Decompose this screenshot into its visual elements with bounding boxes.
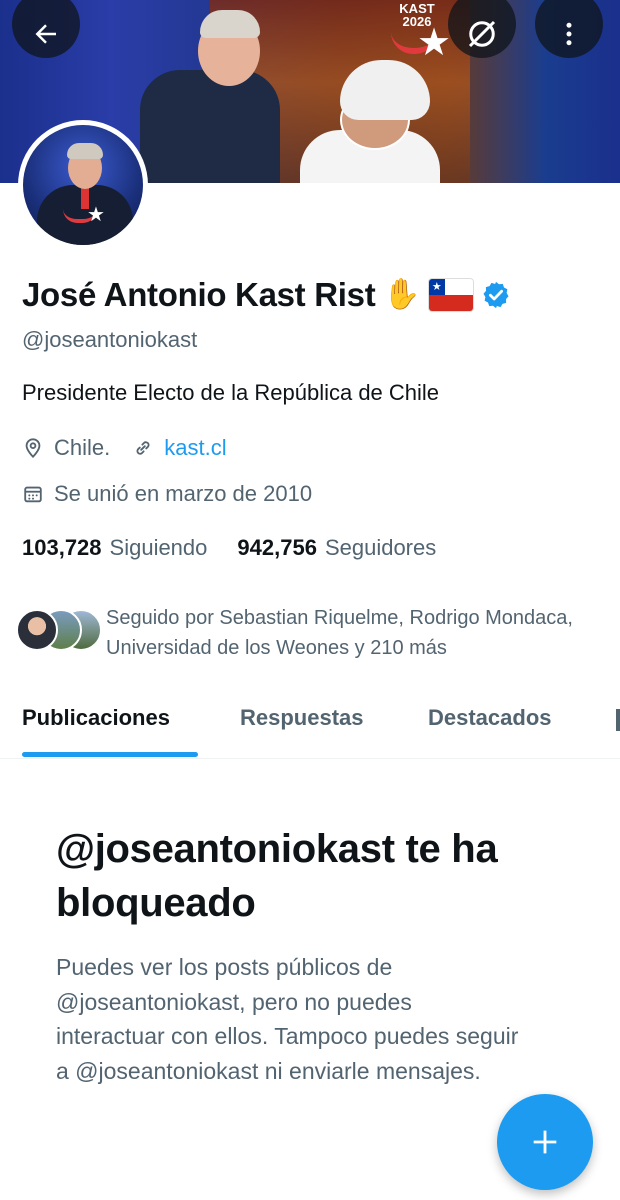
compose-button[interactable] [497,1094,593,1190]
profile-stats: 103,728 Siguiendo 942,756 Seguidores [22,535,436,561]
arrow-left-icon [35,24,56,44]
link-icon [136,441,150,455]
profile-website-link[interactable]: kast.cl [164,435,226,461]
followers-label: Seguidores [324,535,437,560]
profile-tabs: Publicaciones Respuestas Destacados [0,695,620,759]
followed-by-text: Seguido por Sebastian Riquelme, Rodrigo … [106,607,573,659]
active-tab-indicator [22,752,198,757]
kast-2026-logo: KAST 2026 ★ [389,2,453,62]
more-vertical-icon [566,22,572,46]
chile-flag-icon: ★ [428,279,473,311]
following-link[interactable]: 103,728 Siguiendo [22,535,207,561]
next-tab-clipped[interactable] [616,709,620,731]
banner-person-woman [300,60,440,183]
profile-joined-date: Se unió en marzo de 2010 [54,481,313,506]
tab-respuestas[interactable]: Respuestas [240,705,364,731]
profile-location: Chile. [54,435,111,460]
calendar-icon [24,486,42,503]
grok-icon [468,20,496,48]
follower-avatar [16,609,58,651]
blocked-title: @joseantoniokast te ha bloqueado [56,827,498,925]
profile-joined-row: Se unió en marzo de 2010 [22,481,312,507]
tab-publicaciones[interactable]: Publicaciones [22,705,170,731]
profile-avatar[interactable]: ★ [18,120,148,250]
raised-hand-emoji: ✋ [383,278,421,311]
followers-count: 942,756 [237,535,317,560]
profile-location-website: Chile. kast.cl [22,435,227,461]
verified-badge-icon[interactable] [481,280,511,310]
following-label: Siguiendo [109,535,208,560]
plus-icon [533,1130,557,1154]
profile-name: José Antonio Kast Rist [22,276,376,313]
followers-link[interactable]: 942,756 Seguidores [237,535,436,561]
blocked-description: Puedes ver los posts públicos de @josean… [56,954,519,1084]
profile-bio: Presidente Electo de la República de Chi… [22,380,440,405]
location-pin-icon [25,438,41,459]
profile-name-row: José Antonio Kast Rist ✋ ★ [22,276,511,314]
followed-by-avatars [16,609,106,653]
following-count: 103,728 [22,535,102,560]
tab-destacados[interactable]: Destacados [428,705,552,731]
profile-handle: @joseantoniokast [22,327,198,352]
banner-person-man [140,10,280,183]
